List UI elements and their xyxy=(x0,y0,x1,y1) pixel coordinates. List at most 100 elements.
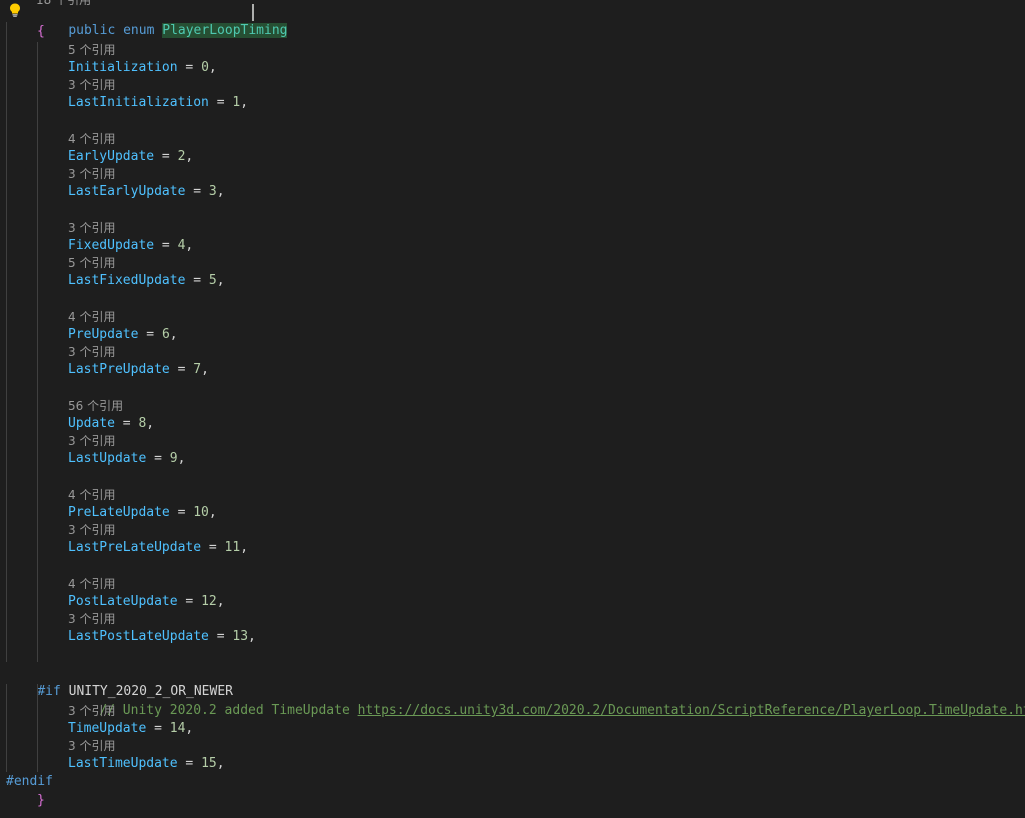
comma: , xyxy=(240,540,249,555)
codelens-ref-count[interactable]: 3 个引用 xyxy=(68,77,115,93)
enum-member-name[interactable]: LastPreUpdate xyxy=(68,362,170,377)
equals-sign: = xyxy=(146,721,170,736)
enum-member-name[interactable]: FixedUpdate xyxy=(68,238,154,253)
enum-member-name[interactable]: PreUpdate xyxy=(68,327,138,342)
codelens-ref-count[interactable]: 3 个引用 xyxy=(68,522,115,538)
comma: , xyxy=(201,362,209,377)
indent-guide-outer xyxy=(6,22,7,662)
enum-member-value: 5 xyxy=(208,273,217,288)
enum-member-name[interactable]: LastFixedUpdate xyxy=(68,273,185,288)
comma: , xyxy=(208,505,217,520)
enum-member-value: 7 xyxy=(193,362,202,377)
enum-member-name[interactable]: TimeUpdate xyxy=(68,721,146,736)
enum-member-line: PreUpdate = 6, xyxy=(68,326,178,344)
enum-member-name[interactable]: PreLateUpdate xyxy=(68,505,170,520)
equals-sign: = xyxy=(177,756,202,771)
comment-line: // Unity 2020.2 added TimeUpdate https:/… xyxy=(68,684,1025,718)
codelens-ref-count[interactable]: 3 个引用 xyxy=(68,220,115,236)
code-editor[interactable]: 18 个引用 public enum PlayerLoopTiming { 5 … xyxy=(0,0,1025,818)
comma: , xyxy=(146,416,155,431)
equals-sign: = xyxy=(169,505,194,520)
comma: , xyxy=(216,184,225,199)
enum-member-value: 3 xyxy=(208,184,217,199)
enum-member-line: LastPreLateUpdate = 11, xyxy=(68,539,248,557)
enum-member-value: 9 xyxy=(169,451,178,466)
enum-member-name[interactable]: Update xyxy=(68,416,115,431)
text-cursor xyxy=(252,4,254,21)
comma: , xyxy=(216,594,225,609)
enum-member-line: LastPreUpdate = 7, xyxy=(68,361,209,379)
enum-member-line: FixedUpdate = 4, xyxy=(68,237,193,255)
keyword-enum: enum xyxy=(123,23,155,38)
comma: , xyxy=(216,273,225,288)
open-brace: { xyxy=(37,24,45,39)
enum-name[interactable]: PlayerLoopTiming xyxy=(162,23,288,38)
comma: , xyxy=(185,149,194,164)
enum-member-name[interactable]: LastEarlyUpdate xyxy=(68,184,185,199)
enum-member-line: PostLateUpdate = 12, xyxy=(68,593,225,611)
comma: , xyxy=(208,60,217,75)
preprocessor-endif: #endif xyxy=(6,774,53,789)
comma: , xyxy=(240,95,249,110)
codelens-ref-count[interactable]: 3 个引用 xyxy=(68,166,115,182)
codelens-ref-count[interactable]: 56 个引用 xyxy=(68,398,123,414)
enum-member-name[interactable]: Initialization xyxy=(68,60,178,75)
enum-declaration: public enum PlayerLoopTiming xyxy=(37,4,288,38)
enum-member-line: Update = 8, xyxy=(68,415,154,433)
enum-member-value: 0 xyxy=(201,60,209,75)
comma: , xyxy=(185,238,194,253)
enum-member-name[interactable]: LastInitialization xyxy=(68,95,209,110)
indent-guide-outer-cond xyxy=(6,684,7,772)
comma: , xyxy=(177,451,186,466)
codelens-ref-count[interactable]: 5 个引用 xyxy=(68,42,115,58)
enum-member-value: 6 xyxy=(161,327,170,342)
enum-member-name[interactable]: LastUpdate xyxy=(68,451,146,466)
enum-member-line: Initialization = 0, xyxy=(68,59,217,77)
equals-sign: = xyxy=(146,451,170,466)
comma: , xyxy=(216,756,225,771)
codelens-ref-count[interactable]: 5 个引用 xyxy=(68,255,115,271)
equals-sign: = xyxy=(208,629,233,644)
comma: , xyxy=(248,629,256,644)
codelens-ref-count[interactable]: 4 个引用 xyxy=(68,576,115,592)
codelens-ref-count[interactable]: 3 个引用 xyxy=(68,738,115,754)
equals-sign: = xyxy=(154,238,178,253)
codelens-ref-count[interactable]: 4 个引用 xyxy=(68,309,115,325)
indent-guide-inner xyxy=(37,42,38,662)
enum-member-line: EarlyUpdate = 2, xyxy=(68,148,193,166)
lightbulb-icon[interactable] xyxy=(9,3,21,17)
equals-sign: = xyxy=(138,327,162,342)
equals-sign: = xyxy=(185,273,209,288)
comma: , xyxy=(185,721,194,736)
codelens-ref-count[interactable]: 4 个引用 xyxy=(68,131,115,147)
enum-member-line: LastPostLateUpdate = 13, xyxy=(68,628,256,646)
enum-member-value: 10 xyxy=(193,505,209,520)
equals-sign: = xyxy=(169,362,194,377)
equals-sign: = xyxy=(201,540,225,555)
codelens-ref-count[interactable]: 3 个引用 xyxy=(68,433,115,449)
keyword-public: public xyxy=(68,23,116,38)
enum-member-line: LastUpdate = 9, xyxy=(68,450,185,468)
preprocessor-if: #if UNITY_2020_2_OR_NEWER xyxy=(6,665,233,699)
enum-member-line: LastFixedUpdate = 5, xyxy=(68,272,225,290)
codelens-ref-count[interactable]: 4 个引用 xyxy=(68,487,115,503)
codelens-ref-count[interactable]: 3 个引用 xyxy=(68,611,115,627)
enum-member-line: LastEarlyUpdate = 3, xyxy=(68,183,225,201)
enum-member-name[interactable]: LastPostLateUpdate xyxy=(68,629,209,644)
enum-member-value: 15 xyxy=(201,756,217,771)
equals-sign: = xyxy=(177,60,202,75)
close-brace: } xyxy=(37,793,45,808)
docs-link[interactable]: https://docs.unity3d.com/2020.2/Document… xyxy=(358,703,1025,718)
equals-sign: = xyxy=(185,184,209,199)
enum-member-value: 11 xyxy=(224,540,241,555)
enum-member-name[interactable]: LastPreLateUpdate xyxy=(68,540,201,555)
equals-sign: = xyxy=(177,594,202,609)
codelens-ref-count[interactable]: 3 个引用 xyxy=(68,703,115,719)
enum-member-name[interactable]: PostLateUpdate xyxy=(68,594,178,609)
equals-sign: = xyxy=(208,95,233,110)
enum-member-name[interactable]: LastTimeUpdate xyxy=(68,756,178,771)
enum-member-name[interactable]: EarlyUpdate xyxy=(68,149,154,164)
codelens-ref-count[interactable]: 3 个引用 xyxy=(68,344,115,360)
equals-sign: = xyxy=(154,149,178,164)
enum-member-line: LastTimeUpdate = 15, xyxy=(68,755,225,773)
